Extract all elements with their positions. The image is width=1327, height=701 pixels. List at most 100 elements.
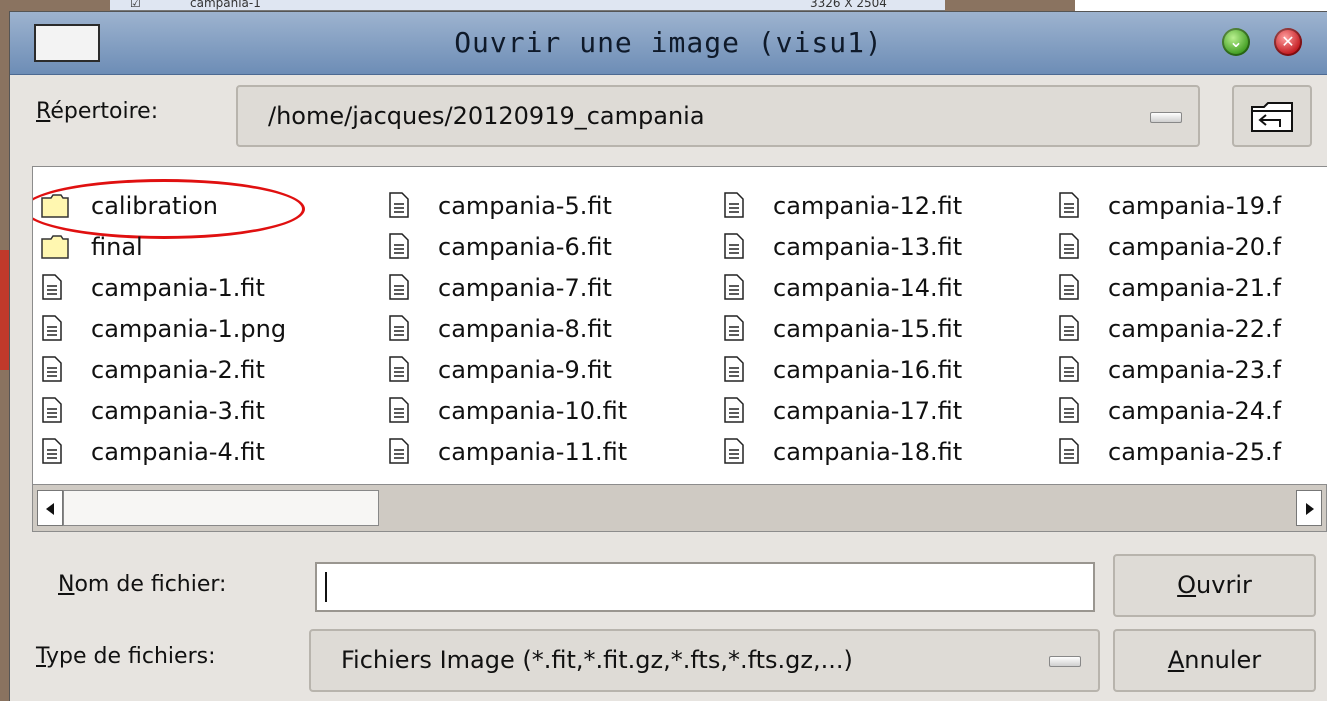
file-item[interactable]: campania-23.f bbox=[1058, 349, 1281, 390]
file-item[interactable]: campania-18.fit bbox=[723, 431, 962, 472]
file-item[interactable]: campania-15.fit bbox=[723, 308, 962, 349]
file-icon bbox=[41, 314, 71, 343]
file-name: campania-5.fit bbox=[438, 191, 612, 220]
file-icon bbox=[723, 396, 753, 425]
file-icon bbox=[1058, 396, 1088, 425]
background-file-name: campania-1 bbox=[190, 0, 261, 10]
file-name: campania-11.fit bbox=[438, 437, 628, 466]
close-icon: ✕ bbox=[1281, 32, 1295, 51]
file-item[interactable]: campania-2.fit bbox=[41, 349, 286, 390]
file-icon bbox=[723, 314, 753, 343]
file-name: campania-1.png bbox=[91, 314, 287, 343]
filename-input[interactable] bbox=[317, 564, 1093, 610]
file-name: final bbox=[91, 232, 143, 261]
file-name: calibration bbox=[91, 191, 219, 220]
folder-item[interactable]: calibration bbox=[41, 185, 286, 226]
file-name: campania-17.fit bbox=[773, 396, 963, 425]
file-item[interactable]: campania-13.fit bbox=[723, 226, 962, 267]
folder-icon bbox=[41, 233, 71, 261]
file-name: campania-20.f bbox=[1108, 232, 1282, 261]
scrollbar-thumb[interactable] bbox=[63, 490, 379, 526]
file-item[interactable]: campania-1.fit bbox=[41, 267, 286, 308]
file-item[interactable]: campania-22.f bbox=[1058, 308, 1281, 349]
file-item[interactable]: campania-12.fit bbox=[723, 185, 962, 226]
file-icon bbox=[388, 314, 418, 343]
folder-item[interactable]: final bbox=[41, 226, 286, 267]
dropdown-knob-icon bbox=[1049, 656, 1081, 667]
minimize-button[interactable]: ⌄ bbox=[1222, 28, 1250, 56]
file-column-4: campania-19.f campania-20.f campania-21.… bbox=[1058, 185, 1281, 472]
close-button[interactable]: ✕ bbox=[1274, 28, 1302, 56]
file-name: campania-13.fit bbox=[773, 232, 963, 261]
file-item[interactable]: campania-8.fit bbox=[388, 308, 627, 349]
chevron-down-icon: ⌄ bbox=[1229, 32, 1243, 51]
file-icon bbox=[388, 273, 418, 302]
file-item[interactable]: campania-1.png bbox=[41, 308, 286, 349]
file-item[interactable]: campania-5.fit bbox=[388, 185, 627, 226]
file-list[interactable]: calibration final campania-1.fit campani… bbox=[32, 166, 1327, 486]
open-image-dialog: Ouvrir une image (visu1) ⌄ ✕ Répertoire:… bbox=[10, 12, 1327, 701]
file-name: campania-2.fit bbox=[91, 355, 265, 384]
file-name: campania-16.fit bbox=[773, 355, 963, 384]
file-name: campania-23.f bbox=[1108, 355, 1282, 384]
title-bar[interactable]: Ouvrir une image (visu1) ⌄ ✕ bbox=[10, 12, 1327, 75]
file-icon bbox=[41, 355, 71, 384]
directory-label: Répertoire: bbox=[36, 99, 159, 124]
dropdown-knob-icon bbox=[1150, 112, 1182, 123]
background-file-size: 3326 X 2504 bbox=[810, 0, 887, 10]
file-icon bbox=[1058, 314, 1088, 343]
file-column-2: campania-5.fit campania-6.fit campania-7… bbox=[388, 185, 627, 472]
file-item[interactable]: campania-25.f bbox=[1058, 431, 1281, 472]
filetype-label: Type de fichiers: bbox=[36, 644, 216, 669]
file-icon bbox=[1058, 273, 1088, 302]
filetype-value: Fichiers Image (*.fit,*.fit.gz,*.fts,*.f… bbox=[341, 646, 853, 674]
file-name: campania-19.f bbox=[1108, 191, 1282, 220]
file-name: campania-25.f bbox=[1108, 437, 1282, 466]
arrow-left-icon bbox=[46, 503, 54, 515]
file-item[interactable]: campania-6.fit bbox=[388, 226, 627, 267]
file-item[interactable]: campania-7.fit bbox=[388, 267, 627, 308]
file-item[interactable]: campania-17.fit bbox=[723, 390, 962, 431]
file-name: campania-7.fit bbox=[438, 273, 612, 302]
background-arrow bbox=[0, 250, 10, 370]
filename-field[interactable] bbox=[315, 562, 1095, 612]
file-icon bbox=[1058, 355, 1088, 384]
background-window-strip: ☑ campania-1 3326 X 2504 bbox=[110, 0, 945, 11]
file-name: campania-9.fit bbox=[438, 355, 612, 384]
open-button[interactable]: Ouvrir bbox=[1113, 554, 1316, 617]
file-item[interactable]: campania-11.fit bbox=[388, 431, 627, 472]
directory-path: /home/jacques/20120919_campania bbox=[268, 102, 705, 130]
file-item[interactable]: campania-16.fit bbox=[723, 349, 962, 390]
filename-label: Nom de fichier: bbox=[58, 572, 227, 597]
file-column-3: campania-12.fit campania-13.fit campania… bbox=[723, 185, 962, 472]
scroll-left-button[interactable] bbox=[37, 490, 63, 526]
scroll-right-button[interactable] bbox=[1296, 490, 1322, 526]
file-item[interactable]: campania-24.f bbox=[1058, 390, 1281, 431]
directory-combo[interactable]: /home/jacques/20120919_campania bbox=[236, 85, 1200, 147]
file-icon bbox=[41, 437, 71, 466]
file-item[interactable]: campania-14.fit bbox=[723, 267, 962, 308]
background-checkbox: ☑ bbox=[130, 0, 141, 10]
cancel-button[interactable]: Annuler bbox=[1113, 629, 1316, 692]
file-item[interactable]: campania-19.f bbox=[1058, 185, 1281, 226]
filetype-combo[interactable]: Fichiers Image (*.fit,*.fit.gz,*.fts,*.f… bbox=[309, 629, 1100, 692]
up-folder-icon bbox=[1251, 102, 1293, 132]
file-icon bbox=[41, 273, 71, 302]
text-caret bbox=[325, 572, 327, 602]
arrow-right-icon bbox=[1306, 503, 1314, 515]
file-name: campania-8.fit bbox=[438, 314, 612, 343]
parent-directory-button[interactable] bbox=[1232, 85, 1312, 147]
horizontal-scrollbar[interactable] bbox=[32, 484, 1327, 532]
file-item[interactable]: campania-3.fit bbox=[41, 390, 286, 431]
file-item[interactable]: campania-9.fit bbox=[388, 349, 627, 390]
file-icon bbox=[388, 396, 418, 425]
file-icon bbox=[388, 437, 418, 466]
file-name: campania-15.fit bbox=[773, 314, 963, 343]
folder-icon bbox=[41, 192, 71, 220]
file-item[interactable]: campania-4.fit bbox=[41, 431, 286, 472]
file-item[interactable]: campania-10.fit bbox=[388, 390, 627, 431]
file-name: campania-21.f bbox=[1108, 273, 1282, 302]
file-item[interactable]: campania-20.f bbox=[1058, 226, 1281, 267]
file-name: campania-18.fit bbox=[773, 437, 963, 466]
file-item[interactable]: campania-21.f bbox=[1058, 267, 1281, 308]
